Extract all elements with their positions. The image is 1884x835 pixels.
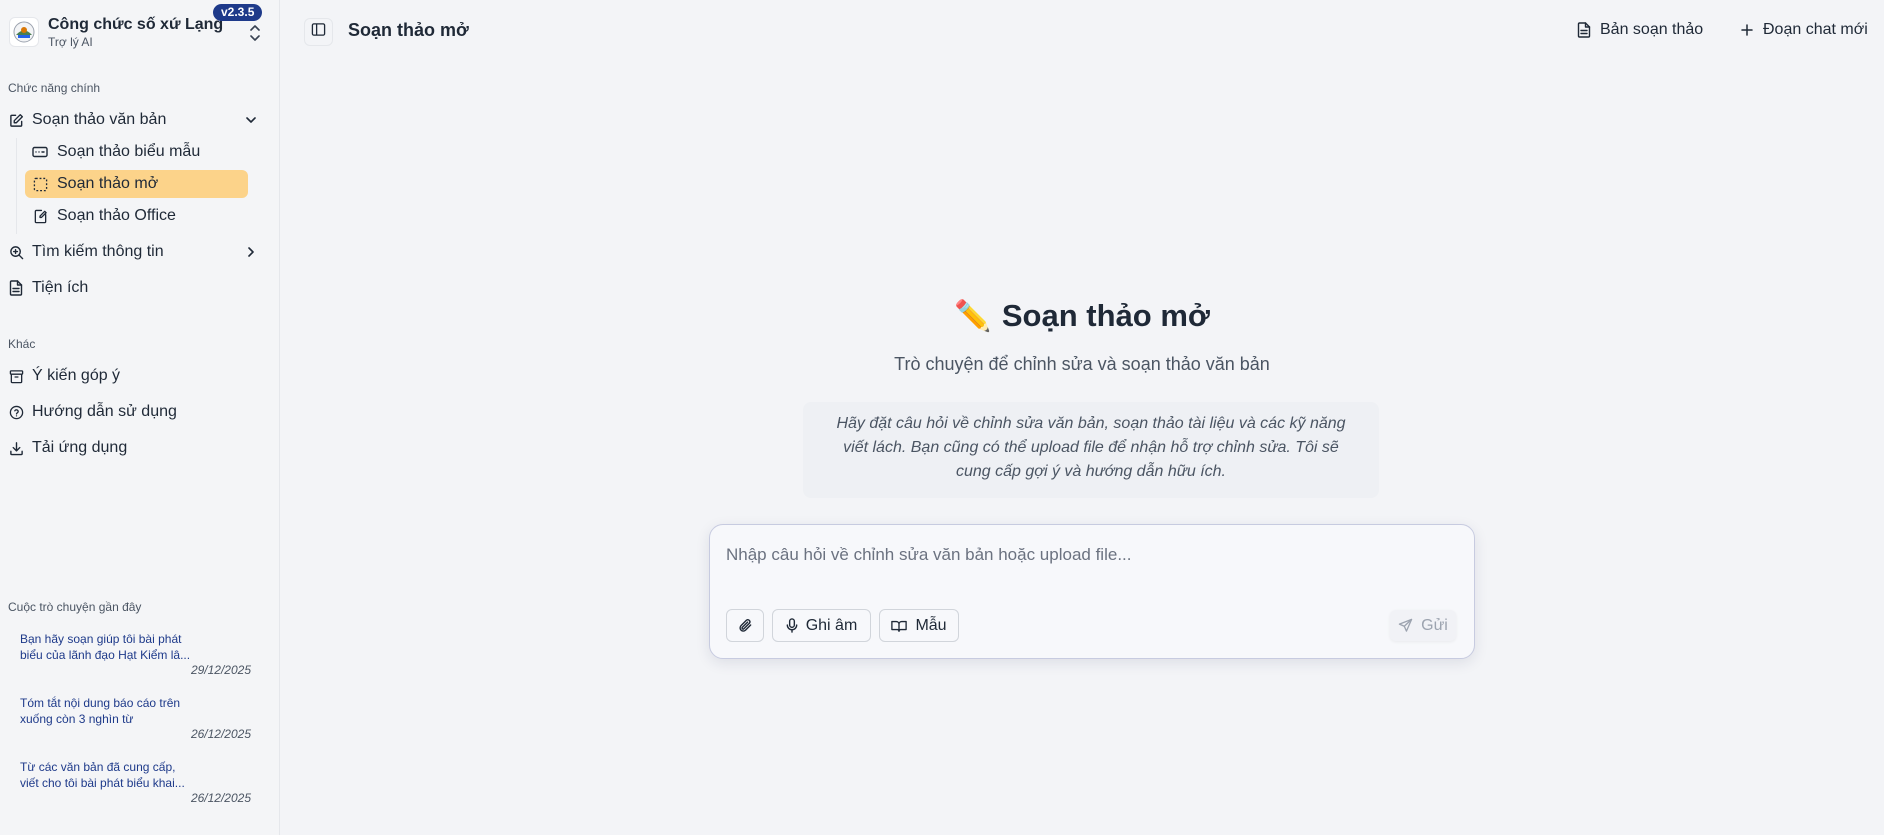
section-label-recent: Cuộc trò chuyện gần đây <box>8 600 142 614</box>
app-subtitle: Trợ lý AI <box>48 35 93 49</box>
sidebar-subitem-soan-thao-office[interactable]: Soạn thảo Office <box>25 202 248 230</box>
recent-chat-line: Bạn hãy soạn giúp tôi bài phát <box>20 632 182 646</box>
sidebar-subitem-soan-thao-bieu-mau[interactable]: Soạn thảo biểu mẫu <box>25 138 248 166</box>
hint-box: Hãy đặt câu hỏi về chỉnh sửa văn bản, so… <box>803 402 1379 498</box>
recent-chat-date: 26/12/2025 <box>190 727 251 741</box>
pencil-icon: ✏️ <box>954 300 992 333</box>
chevron-down-icon <box>244 113 258 127</box>
recent-chat-line: Tóm tắt nội dung báo cáo trên <box>20 696 181 710</box>
sidebar-item-label: Hướng dẫn sử dụng <box>32 403 177 420</box>
sidebar-subitem-label: Soạn thảo Office <box>57 207 176 224</box>
book-open-icon <box>891 619 908 633</box>
sidebar-item-tien-ich[interactable]: Tiện ích <box>8 274 266 302</box>
hint-line: Hãy đặt câu hỏi về chỉnh sửa văn bản, so… <box>836 415 1346 432</box>
sidebar-item-label: Tiện ích <box>32 279 89 296</box>
sidebar-subitem-label: Soạn thảo biểu mẫu <box>57 143 201 160</box>
app-logo <box>9 17 39 47</box>
download-icon <box>8 440 24 456</box>
chevron-right-icon <box>244 245 258 259</box>
hint-line: viết lách. Bạn cũng có thể upload file đ… <box>843 439 1339 456</box>
panel-left-icon <box>311 22 326 42</box>
hero-subtitle-row: Trò chuyện để chỉnh sửa và soạn thảo văn… <box>280 354 1884 375</box>
sidebar-subitem-label: Soạn thảo mở <box>57 175 159 192</box>
template-label: Mẫu <box>915 616 947 634</box>
send-icon <box>1398 618 1413 633</box>
recent-chat-line: biểu của lãnh đạo Hạt Kiểm lâ... <box>20 648 191 662</box>
recent-chat-line: xuống còn 3 nghìn từ <box>20 712 134 726</box>
hero-subtitle: Trò chuyện để chỉnh sửa và soạn thảo văn… <box>894 354 1270 374</box>
drafts-label: Bản soạn thảo <box>1600 21 1704 38</box>
search-doc-icon <box>8 244 24 260</box>
sidebar-item-tai-ung-dung[interactable]: Tải ứng dụng <box>8 434 266 462</box>
new-chat-label: Đoạn chat mới <box>1763 21 1868 38</box>
sidebar-item-soan-thao-van-ban[interactable]: Soạn thảo văn bản <box>8 106 266 134</box>
sidebar-item-tim-kiem-thong-tin[interactable]: Tìm kiếm thông tin <box>8 238 266 266</box>
dashed-square-icon <box>32 176 48 192</box>
hero-title-row: ✏️ Soạn thảo mở <box>280 298 1884 334</box>
message-input[interactable] <box>726 543 1446 567</box>
sidebar-item-label: Soạn thảo văn bản <box>32 111 167 128</box>
sidebar-item-label: Ý kiến góp ý <box>32 367 121 384</box>
archive-icon <box>8 368 24 384</box>
hero-title: Soạn thảo mở <box>1001 298 1210 333</box>
record-label: Ghi âm <box>805 616 858 634</box>
attach-button[interactable] <box>726 609 764 642</box>
new-chat-button[interactable]: Đoạn chat mới <box>1740 21 1868 39</box>
app-name: Công chức số xứ Lạng <box>48 16 224 33</box>
document-icon <box>1577 22 1591 38</box>
recent-chat-date: 26/12/2025 <box>190 791 251 805</box>
section-label-main: Chức năng chính <box>8 81 101 95</box>
sidebar-item-huong-dan-su-dung[interactable]: Hướng dẫn sử dụng <box>8 398 266 426</box>
recent-chat-item[interactable]: Từ các văn bản đã cung cấp, viết cho tôi… <box>20 759 252 791</box>
sidebar: Công chức số xứ Lạng Trợ lý AI v2.3.5 Ch… <box>0 0 280 835</box>
sidebar-subitem-soan-thao-mo[interactable]: Soạn thảo mở <box>25 170 248 198</box>
recent-chat-line: viết cho tôi bài phát biểu khai... <box>20 776 185 790</box>
recent-chat-item[interactable]: Bạn hãy soạn giúp tôi bài phát biểu của … <box>20 631 252 663</box>
recent-chat-item[interactable]: Tóm tắt nội dung báo cáo trên xuống còn … <box>20 695 252 727</box>
chat-composer: Ghi âm Mẫu Gửi <box>709 524 1475 659</box>
file-edit-icon <box>32 208 48 224</box>
sidebar-item-label: Tải ứng dụng <box>32 439 128 456</box>
recent-chat-date: 29/12/2025 <box>190 663 251 677</box>
record-button[interactable]: Ghi âm <box>772 609 871 642</box>
hint-line: cung cấp gợi ý và hướng dẫn hữu ích. <box>955 463 1226 480</box>
plus-icon <box>1740 23 1754 37</box>
version-badge: v2.3.5 <box>213 4 263 21</box>
help-circle-icon <box>8 404 24 420</box>
edit-icon <box>8 112 24 128</box>
sidebar-toggle-button[interactable] <box>304 18 333 46</box>
section-label-other: Khác <box>8 337 36 351</box>
paperclip-icon <box>738 618 753 633</box>
sidebar-item-label: Tìm kiếm thông tin <box>32 243 164 260</box>
drafts-button[interactable]: Bản soạn thảo <box>1577 21 1703 39</box>
sidebar-item-y-kien-gop-y[interactable]: Ý kiến góp ý <box>8 362 266 390</box>
send-button[interactable]: Gửi <box>1390 610 1456 641</box>
recent-chat-line: Từ các văn bản đã cung cấp, <box>20 760 176 774</box>
send-label: Gửi <box>1421 616 1448 634</box>
page-title: Soạn thảo mở <box>348 20 469 40</box>
chevrons-up-down-icon[interactable] <box>249 24 261 42</box>
template-button[interactable]: Mẫu <box>879 609 959 642</box>
microphone-icon <box>786 618 798 633</box>
form-icon <box>32 144 48 160</box>
submenu-guide-line <box>16 138 17 234</box>
document-icon <box>8 280 24 296</box>
